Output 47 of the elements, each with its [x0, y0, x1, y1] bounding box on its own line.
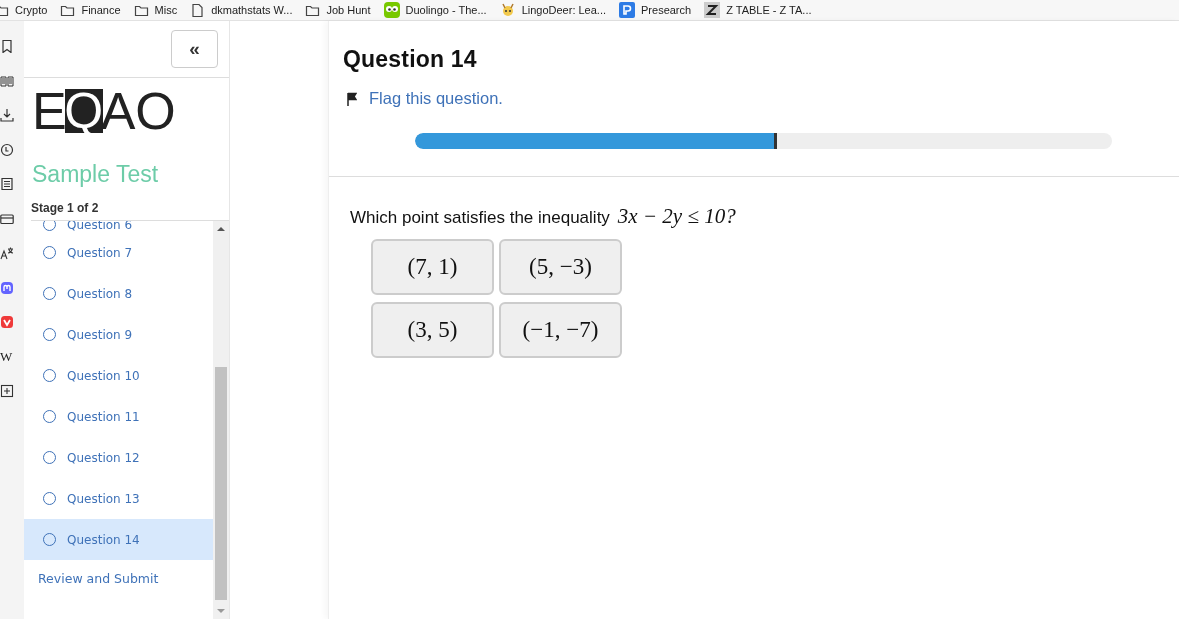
question-item[interactable]: Question 8	[24, 273, 213, 314]
bookmark-link[interactable]: Z TABLE - Z TA...	[702, 2, 814, 18]
card-icon[interactable]	[0, 211, 14, 226]
answer-option[interactable]: (7, 1)	[371, 239, 494, 295]
page-icon	[190, 2, 206, 18]
answer-option[interactable]: (5, −3)	[499, 239, 622, 295]
answer-option[interactable]: (−1, −7)	[499, 302, 622, 358]
folder-icon	[133, 3, 149, 17]
question-item[interactable]: Question 11	[24, 396, 213, 437]
question-item[interactable]: Question 12	[24, 437, 213, 478]
question-item[interactable]: Question 10	[24, 355, 213, 396]
download-icon[interactable]	[0, 108, 14, 122]
inequality-expression: 3x − 2y ≤ 10?	[617, 204, 736, 229]
bookmark-link[interactable]: LingoDeer: Lea...	[497, 2, 608, 18]
test-title: Sample Test	[32, 161, 160, 188]
bookmark-link[interactable]: Finance	[58, 3, 123, 17]
question-item[interactable]: Question 9	[24, 314, 213, 355]
bookmark-link[interactable]: Job Hunt	[303, 3, 373, 17]
collapse-button[interactable]: «	[171, 29, 218, 68]
question-text: Which point satisfies the inequality	[350, 208, 610, 228]
notes-icon[interactable]	[0, 177, 14, 191]
mastodon-icon[interactable]	[0, 280, 14, 295]
add-panel-icon[interactable]	[0, 384, 14, 398]
question-item[interactable]: Question 14	[24, 519, 213, 560]
question-item[interactable]: Question 7	[24, 232, 213, 273]
bookmark-link[interactable]: Crypto	[0, 3, 50, 17]
wikipedia-button[interactable]: W	[0, 349, 13, 364]
deer-icon	[499, 2, 516, 18]
question-title: Question 14	[342, 45, 478, 73]
scrollbar[interactable]	[213, 221, 229, 619]
folder-icon	[60, 3, 76, 17]
stage-label: Stage 1 of 2	[31, 201, 229, 221]
flag-link[interactable]: Flag this question.	[346, 89, 1179, 108]
bookmark-link[interactable]: Misc	[131, 3, 180, 17]
bookmark-icon[interactable]	[0, 39, 14, 53]
folder-icon	[305, 3, 321, 17]
vivaldi-icon[interactable]	[0, 315, 14, 329]
answer-option[interactable]: (3, 5)	[371, 302, 494, 358]
bookmark-link[interactable]: Presearch	[617, 2, 694, 18]
question-item[interactable]: Question 13	[24, 478, 213, 519]
bookmark-link[interactable]: Duolingo - The...	[381, 2, 489, 18]
review-link[interactable]: Review and Submit	[24, 560, 213, 586]
z-icon	[704, 2, 721, 18]
translate-icon[interactable]	[0, 246, 14, 260]
bookmark-link[interactable]: dkmathstats W...	[188, 2, 295, 18]
flag-icon	[346, 91, 357, 106]
clock-icon[interactable]	[0, 142, 14, 157]
